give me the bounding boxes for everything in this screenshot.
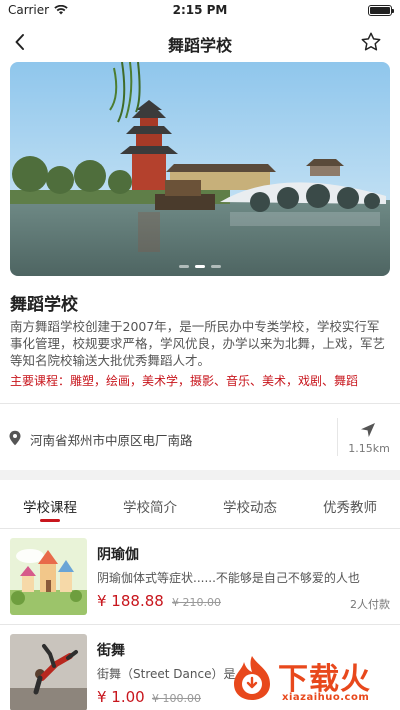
carousel-dot-active[interactable] <box>195 265 205 268</box>
course-thumbnail <box>10 634 87 710</box>
page-title: 舞蹈学校 <box>167 36 232 55</box>
course-thumbnail <box>10 538 87 615</box>
course-price: ¥ 1.00 <box>97 688 145 706</box>
carousel-indicator <box>10 265 390 268</box>
tab-school-intro[interactable]: 学校简介 <box>100 482 200 528</box>
course-description: 街舞（Street Dance）是 <box>97 667 236 681</box>
navigation-arrow-icon <box>361 423 375 437</box>
tab-school-courses[interactable]: 学校课程 <box>0 482 100 528</box>
street-dancer-photo <box>10 634 87 710</box>
course-name: 街舞 <box>97 643 125 659</box>
fire-download-icon <box>234 656 270 700</box>
active-tab-indicator <box>40 519 60 522</box>
status-bar: Carrier 2:15 PM <box>0 0 400 22</box>
distance-label: 1.15km <box>348 442 390 455</box>
tab-label: 学校课程 <box>23 500 77 516</box>
course-paid-count: 2人付款 <box>350 598 390 611</box>
course-original-price: ¥ 210.00 <box>172 596 221 609</box>
banner-carousel[interactable] <box>10 62 390 276</box>
tab-teachers[interactable]: 优秀教师 <box>300 482 400 528</box>
school-name: 舞蹈学校 <box>10 295 78 315</box>
location-pin-icon <box>9 430 21 446</box>
navigate-button[interactable] <box>357 419 379 441</box>
vertical-divider <box>337 418 338 456</box>
course-item[interactable]: 阴瑜伽 阴瑜伽体式等症状......不能够是自己不够爱的人也 ¥ 188.88 … <box>0 528 400 624</box>
battery-icon <box>368 5 394 16</box>
watermark-logo: 下载火 xiazaihuo.com <box>228 650 398 708</box>
tab-bar: 学校课程 学校简介 学校动态 优秀教师 <box>0 482 400 528</box>
tab-label: 学校动态 <box>223 500 277 516</box>
carousel-dot[interactable] <box>211 265 221 268</box>
carousel-dot[interactable] <box>179 265 189 268</box>
address-row[interactable]: 河南省郑州市中原区电厂南路 1.15km <box>0 404 400 468</box>
banner-image <box>10 62 390 276</box>
navigation-bar: 舞蹈学校 <box>0 24 400 60</box>
course-description: 阴瑜伽体式等症状......不能够是自己不够爱的人也 <box>97 571 360 585</box>
course-price: ¥ 188.88 <box>97 592 164 610</box>
tab-label: 优秀教师 <box>323 500 377 516</box>
status-time: 2:15 PM <box>172 3 228 17</box>
course-name: 阴瑜伽 <box>97 547 139 563</box>
watermark-url: xiazaihuo.com <box>282 692 370 703</box>
course-original-price: ¥ 100.00 <box>152 692 201 705</box>
tab-label: 学校简介 <box>123 500 177 516</box>
star-icon <box>361 32 381 51</box>
battery-fill <box>370 7 390 14</box>
school-description: 南方舞蹈学校创建于2007年，是一所民办中专类学校，学校实行军事化管理，校规要求… <box>10 319 386 368</box>
address-text: 河南省郑州市中原区电厂南路 <box>30 433 193 448</box>
favorite-button[interactable] <box>358 29 384 55</box>
castle-illustration <box>10 538 87 615</box>
tab-school-news[interactable]: 学校动态 <box>200 482 300 528</box>
section-separator <box>0 470 400 480</box>
main-courses-line: 主要课程：雕塑，绘画，美术学，摄影、音乐、美术，戏剧、舞蹈 <box>10 374 359 388</box>
back-button[interactable] <box>6 28 34 56</box>
chevron-left-icon <box>15 34 24 50</box>
